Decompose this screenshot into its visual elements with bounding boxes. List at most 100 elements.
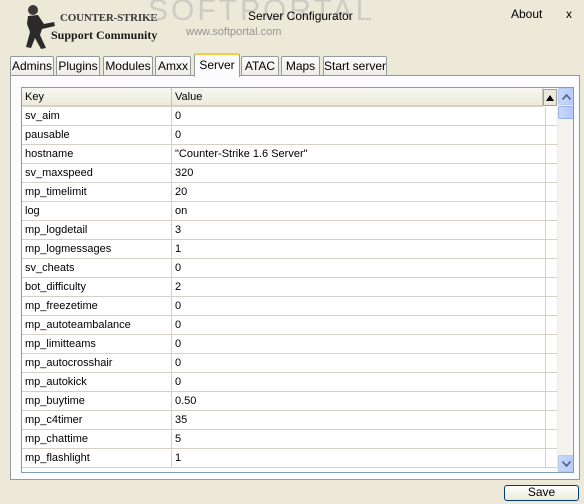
scroll-down-button[interactable] bbox=[558, 455, 573, 472]
value-cell[interactable]: 20 bbox=[172, 183, 546, 202]
key-cell: sv_aim bbox=[22, 107, 172, 126]
row-filler bbox=[546, 411, 557, 430]
tab-admins[interactable]: Admins bbox=[10, 56, 54, 76]
close-button[interactable]: x bbox=[566, 7, 572, 21]
key-cell: hostname bbox=[22, 145, 172, 164]
key-cell: pausable bbox=[22, 126, 172, 145]
key-cell: mp_logmessages bbox=[22, 240, 172, 259]
table-row[interactable]: sv_cheats 0 bbox=[22, 259, 557, 278]
tab-start-server[interactable]: Start server bbox=[323, 56, 387, 76]
row-filler bbox=[546, 354, 557, 373]
row-filler bbox=[546, 164, 557, 183]
row-filler bbox=[546, 107, 557, 126]
value-cell[interactable]: 0 bbox=[172, 335, 546, 354]
table-row[interactable]: mp_c4timer 35 bbox=[22, 411, 557, 430]
logo: COUNTER-STRIKE Support Community bbox=[20, 2, 160, 50]
value-cell[interactable]: on bbox=[172, 202, 546, 221]
watermark-url: www.softportal.com bbox=[186, 26, 282, 38]
row-filler bbox=[546, 278, 557, 297]
table-row[interactable]: sv_maxspeed 320 bbox=[22, 164, 557, 183]
tab-server[interactable]: Server bbox=[194, 53, 240, 77]
key-cell: mp_flashlight bbox=[22, 449, 172, 468]
table-row[interactable]: pausable 0 bbox=[22, 126, 557, 145]
table-row[interactable]: mp_logdetail 3 bbox=[22, 221, 557, 240]
value-cell[interactable]: 320 bbox=[172, 164, 546, 183]
row-filler bbox=[546, 221, 557, 240]
table-row[interactable]: mp_autoteambalance 0 bbox=[22, 316, 557, 335]
value-cell[interactable]: 0 bbox=[172, 107, 546, 126]
value-cell[interactable]: 0 bbox=[172, 126, 546, 145]
value-cell[interactable]: 3 bbox=[172, 221, 546, 240]
value-cell[interactable]: 1 bbox=[172, 240, 546, 259]
table-row[interactable]: sv_aim 0 bbox=[22, 107, 557, 126]
tab-maps[interactable]: Maps bbox=[281, 56, 320, 76]
key-cell: mp_logdetail bbox=[22, 221, 172, 240]
row-filler bbox=[546, 183, 557, 202]
column-header-value[interactable]: Value bbox=[172, 88, 543, 107]
row-filler bbox=[546, 373, 557, 392]
row-filler bbox=[546, 316, 557, 335]
scroll-up-button[interactable] bbox=[558, 88, 573, 105]
logo-subtitle: Support Community bbox=[51, 28, 158, 42]
table-row[interactable]: mp_logmessages 1 bbox=[22, 240, 557, 259]
table-row[interactable]: mp_autokick 0 bbox=[22, 373, 557, 392]
value-cell[interactable]: 35 bbox=[172, 411, 546, 430]
row-filler bbox=[546, 430, 557, 449]
column-header-key[interactable]: Key bbox=[22, 88, 172, 107]
table-row[interactable]: bot_difficulty 2 bbox=[22, 278, 557, 297]
row-filler bbox=[546, 392, 557, 411]
table-row[interactable]: log on bbox=[22, 202, 557, 221]
table-row[interactable]: mp_chattime 5 bbox=[22, 430, 557, 449]
tab-plugins[interactable]: Plugins bbox=[56, 56, 100, 76]
tab-modules[interactable]: Modules bbox=[103, 56, 153, 76]
logo-title: COUNTER-STRIKE bbox=[60, 12, 158, 24]
key-cell: bot_difficulty bbox=[22, 278, 172, 297]
value-cell[interactable]: 0 bbox=[172, 316, 546, 335]
row-filler bbox=[546, 335, 557, 354]
grid-header: Key Value bbox=[22, 88, 557, 107]
key-cell: mp_limitteams bbox=[22, 335, 172, 354]
row-filler bbox=[546, 259, 557, 278]
table-row[interactable]: mp_flashlight 1 bbox=[22, 449, 557, 468]
value-cell[interactable]: 0 bbox=[172, 373, 546, 392]
row-filler bbox=[546, 126, 557, 145]
value-cell[interactable]: "Counter-Strike 1.6 Server" bbox=[172, 145, 546, 164]
tab-amxx[interactable]: Amxx bbox=[155, 56, 191, 76]
table-row[interactable]: mp_freezetime 0 bbox=[22, 297, 557, 316]
key-cell: mp_buytime bbox=[22, 392, 172, 411]
value-cell[interactable]: 2 bbox=[172, 278, 546, 297]
value-cell[interactable]: 0 bbox=[172, 297, 546, 316]
save-button[interactable]: Save bbox=[504, 485, 579, 501]
grid-body: sv_aim 0 pausable 0 hostname "Counter-Strike … bbox=[22, 107, 557, 468]
key-cell: mp_timelimit bbox=[22, 183, 172, 202]
value-cell[interactable]: 0.50 bbox=[172, 392, 546, 411]
vertical-scrollbar[interactable] bbox=[557, 88, 573, 472]
chevron-up-icon bbox=[562, 93, 571, 100]
value-cell[interactable]: 0 bbox=[172, 354, 546, 373]
key-cell: mp_autoteambalance bbox=[22, 316, 172, 335]
table-row[interactable]: mp_limitteams 0 bbox=[22, 335, 557, 354]
chevron-down-icon bbox=[562, 460, 571, 467]
row-filler bbox=[546, 145, 557, 164]
table-row[interactable]: mp_buytime 0.50 bbox=[22, 392, 557, 411]
row-filler bbox=[546, 202, 557, 221]
key-cell: sv_maxspeed bbox=[22, 164, 172, 183]
table-row[interactable]: mp_autocrosshair 0 bbox=[22, 354, 557, 373]
row-filler bbox=[546, 297, 557, 316]
tab-atac[interactable]: ATAC bbox=[241, 56, 279, 76]
value-cell[interactable]: 0 bbox=[172, 259, 546, 278]
table-row[interactable]: mp_timelimit 20 bbox=[22, 183, 557, 202]
key-cell: mp_chattime bbox=[22, 430, 172, 449]
key-cell: log bbox=[22, 202, 172, 221]
key-cell: mp_freezetime bbox=[22, 297, 172, 316]
value-cell[interactable]: 1 bbox=[172, 449, 546, 468]
sort-up-icon[interactable] bbox=[543, 89, 557, 106]
app-title: Server Configurator bbox=[248, 9, 353, 23]
tab-panel: Key Value sv_aim 0 pausable 0 hostname "Count… bbox=[10, 75, 580, 480]
value-cell[interactable]: 5 bbox=[172, 430, 546, 449]
scroll-thumb[interactable] bbox=[558, 106, 573, 119]
about-link[interactable]: About bbox=[511, 7, 542, 21]
key-cell: mp_autocrosshair bbox=[22, 354, 172, 373]
table-row[interactable]: hostname "Counter-Strike 1.6 Server" bbox=[22, 145, 557, 164]
config-grid: Key Value sv_aim 0 pausable 0 hostname "Count… bbox=[21, 87, 574, 473]
